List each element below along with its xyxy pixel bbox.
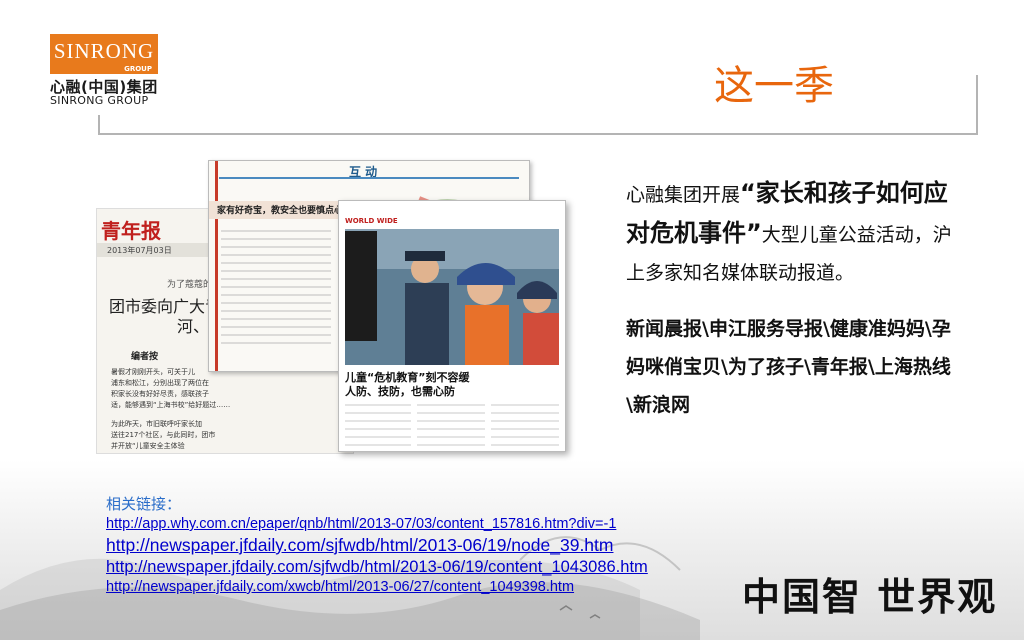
clip-paragraph: 积家长没有好好尽责，感联孩子 bbox=[111, 390, 209, 398]
content-paragraph-media-list: 新闻晨报\申江服务导报\健康准妈妈\孕妈咪俏宝贝\为了孩子\青年报\上海热线\新… bbox=[626, 318, 951, 416]
clip-paragraph: 浦东和松江，分别出现了两位在 bbox=[111, 379, 209, 387]
calligraphy-slogan: 中国智 世界观 bbox=[742, 574, 998, 619]
related-link-3[interactable]: http://newspaper.jfdaily.com/sjfwdb/html… bbox=[106, 556, 648, 578]
clip-paragraph: 送往217个社区，与此同时，团市 bbox=[111, 431, 216, 439]
newspaper-clipping-jiankang: WORLD WIDE 儿童“危机教育”刻不容缓 人防、技防，也需心防 bbox=[338, 200, 566, 452]
sinrong-logo: SINRONG GROUP bbox=[50, 34, 158, 74]
text-columns bbox=[345, 404, 559, 446]
clip-paragraph: 为此昨天，市旧联呼吁家长加 bbox=[111, 420, 202, 428]
clip-masthead: WORLD WIDE bbox=[345, 217, 398, 225]
clip-headline-line2: 人防、技防，也需心防 bbox=[345, 385, 455, 398]
title-frame-left-edge bbox=[98, 115, 100, 135]
related-links: 相关链接： http://app.why.com.cn/epaper/qnb/h… bbox=[106, 494, 648, 596]
clip-date: 2013年07月03日 bbox=[107, 246, 172, 255]
related-links-label: 相关链接： bbox=[106, 495, 182, 513]
clip-author: 编者按 bbox=[131, 352, 159, 362]
related-link-4[interactable]: http://newspaper.jfdaily.com/xwcb/html/2… bbox=[106, 578, 648, 596]
clip-headline: 家有好奇宝，教安全也要慎点心 bbox=[217, 206, 344, 216]
logo-group: GROUP bbox=[124, 65, 152, 73]
clip-paragraph: 并开放“儿童安全主体验 bbox=[111, 442, 185, 450]
para1-prefix: 心融集团开展 bbox=[626, 184, 741, 206]
logo-brand: SINRONG bbox=[53, 39, 155, 63]
related-link-2[interactable]: http://newspaper.jfdaily.com/sjfwdb/html… bbox=[106, 534, 648, 556]
content-paragraph-1: 心融集团开展“家长和孩子如何应对危机事件”大型儿童公益活动，沪上多家知名媒体联动… bbox=[626, 174, 968, 292]
clip-paragraph: 适，能够遇到“上海书校”给好题过…… bbox=[111, 401, 231, 409]
title-frame bbox=[98, 75, 978, 135]
slide-title: 这一季 bbox=[708, 58, 840, 114]
content-text: 心融集团开展“家长和孩子如何应对危机事件”大型儿童公益活动，沪上多家知名媒体联动… bbox=[626, 174, 968, 424]
related-link-1[interactable]: http://app.why.com.cn/epaper/qnb/html/20… bbox=[106, 514, 648, 534]
clip-masthead: 青年报 bbox=[101, 219, 161, 243]
news-photo bbox=[345, 229, 559, 365]
